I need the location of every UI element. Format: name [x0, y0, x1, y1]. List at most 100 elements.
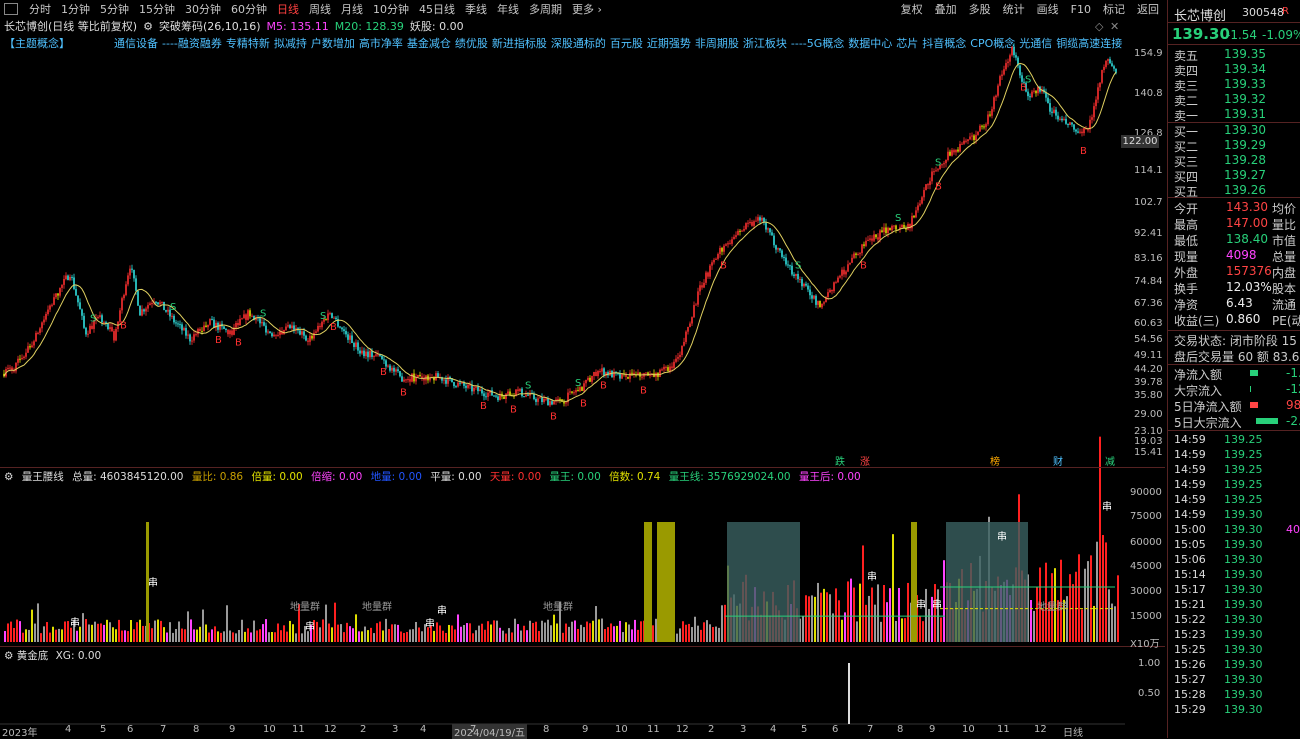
gold-signal-bar [848, 663, 850, 724]
gear-icon[interactable]: ⚙ [4, 471, 13, 483]
volume-tick: 30000 [1130, 586, 1162, 597]
volume-bar [442, 630, 444, 642]
trade-status: 交易状态: 闭市阶段 15 [1174, 334, 1297, 348]
stat-label: 最低 [1174, 234, 1199, 248]
volume-bar [700, 629, 702, 642]
r-flag: R [1282, 6, 1289, 17]
volume-bar [292, 624, 294, 642]
volume-indicator-name[interactable]: 量王腰线 [22, 471, 64, 483]
volume-bar [517, 624, 519, 642]
flow-bar [1256, 418, 1278, 424]
price-tick: 154.9 [1134, 48, 1163, 59]
volume-bar [244, 631, 246, 642]
tick-row[interactable]: 14:59 139.25 [1174, 463, 1300, 478]
volume-bar [124, 630, 126, 642]
tick-row[interactable]: 15:23 139.30 [1174, 628, 1300, 643]
volume-bar [709, 624, 711, 642]
volume-bar [877, 584, 879, 642]
volume-tick: 90000 [1130, 487, 1162, 498]
tick-time: 14:59 [1174, 478, 1206, 491]
volume-bar [706, 620, 708, 642]
time-tick: 6 [832, 724, 839, 735]
volume-bar [301, 633, 303, 642]
volume-zone [946, 522, 1028, 642]
volume-bar [157, 619, 159, 642]
volume-bar [562, 632, 564, 642]
volume-bar [418, 627, 420, 642]
volume-bar [544, 622, 546, 642]
price-tick: 35.80 [1134, 390, 1163, 401]
volume-bar [88, 624, 90, 642]
tick-price: 139.25 [1224, 478, 1263, 491]
volume-bar [277, 623, 279, 642]
volume-bar [400, 631, 402, 642]
volume-bar [139, 619, 141, 642]
volume-bar [67, 621, 69, 642]
gold-indicator-name[interactable]: 黄金底 [17, 650, 49, 662]
volume-bar [319, 627, 321, 642]
volume-bar [361, 631, 363, 642]
tick-row[interactable]: 15:25 139.30 [1174, 643, 1300, 658]
time-tick: 3 [740, 724, 747, 735]
chuan-marker: 串 [148, 577, 158, 589]
time-tick: 9 [582, 724, 589, 735]
tick-row[interactable]: 15:29 139.30 [1174, 703, 1300, 718]
tick-row[interactable]: 15:26 139.30 [1174, 658, 1300, 673]
time-tick: 8 [897, 724, 904, 735]
flow-row: 5日净流入额 98 [1174, 398, 1300, 414]
tick-row[interactable]: 15:27 139.30 [1174, 673, 1300, 688]
tick-price: 139.30 [1224, 643, 1263, 656]
volume-bar [616, 625, 618, 642]
tick-row[interactable]: 15:14 139.30 [1174, 568, 1300, 583]
tick-price: 139.25 [1224, 463, 1263, 476]
tick-price: 139.30 [1224, 538, 1263, 551]
volume-bar [940, 617, 942, 642]
volume-bar [922, 621, 924, 642]
volume-bar [859, 583, 861, 642]
volume-bar [1078, 554, 1080, 642]
stat-label: 现量 [1174, 250, 1199, 264]
stat-label: 换手 [1174, 282, 1199, 296]
tick-time: 15:05 [1174, 538, 1206, 551]
tick-row[interactable]: 14:59 139.25 [1174, 493, 1300, 508]
tick-row[interactable]: 15:28 139.30 [1174, 688, 1300, 703]
volume-bar [883, 585, 885, 642]
tick-row[interactable]: 15:05 139.30 [1174, 538, 1300, 553]
tick-row[interactable]: 15:06 139.30 [1174, 553, 1300, 568]
volume-bar [550, 625, 552, 642]
tick-row[interactable]: 15:21 139.30 [1174, 598, 1300, 613]
volume-bar [355, 614, 357, 642]
gear-icon[interactable]: ⚙ [4, 650, 13, 662]
volume-spike-zone [657, 522, 675, 642]
tick-price: 139.30 [1224, 688, 1263, 701]
volume-bar [136, 622, 138, 642]
volume-bar [388, 628, 390, 642]
stat-value: 0.860 [1226, 312, 1261, 326]
volume-bar [511, 632, 513, 642]
tick-row[interactable]: 15:00 139.30 40 [1174, 523, 1300, 538]
tick-row[interactable]: 15:17 139.30 [1174, 583, 1300, 598]
tick-row[interactable]: 14:59 139.30 [1174, 508, 1300, 523]
diliang-label: 地量群 [290, 600, 320, 613]
volume-bar [1075, 571, 1077, 642]
wang-hou: 量王后: 0.00 [798, 471, 861, 483]
tick-row[interactable]: 14:59 139.25 [1174, 478, 1300, 493]
flow-bar [1250, 386, 1251, 392]
ask-row: 卖二 139.32 [1174, 92, 1300, 108]
volume-bar [274, 632, 276, 642]
stat-label-2: 内盘 [1272, 266, 1297, 280]
time-axis: 2023年 4 5 6 7 8 9 10 11 12 2 3 4 2024/04/19/五 7 8 9 10 11 1… [0, 724, 1165, 739]
bei-suo: 倍缩: 0.00 [311, 471, 363, 483]
tick-time: 15:06 [1174, 553, 1206, 566]
volume-bar [34, 623, 36, 642]
volume-bar [928, 608, 930, 642]
volume-bar [214, 626, 216, 642]
volume-bar [538, 631, 540, 642]
tick-row[interactable]: 14:59 139.25 [1174, 433, 1300, 448]
tick-row[interactable]: 14:59 139.25 [1174, 448, 1300, 463]
time-tick: 11 [997, 724, 1010, 735]
tick-row[interactable]: 15:22 139.30 [1174, 613, 1300, 628]
volume-bar [79, 626, 81, 642]
volume-bar [178, 621, 180, 642]
volume-bar [208, 632, 210, 642]
